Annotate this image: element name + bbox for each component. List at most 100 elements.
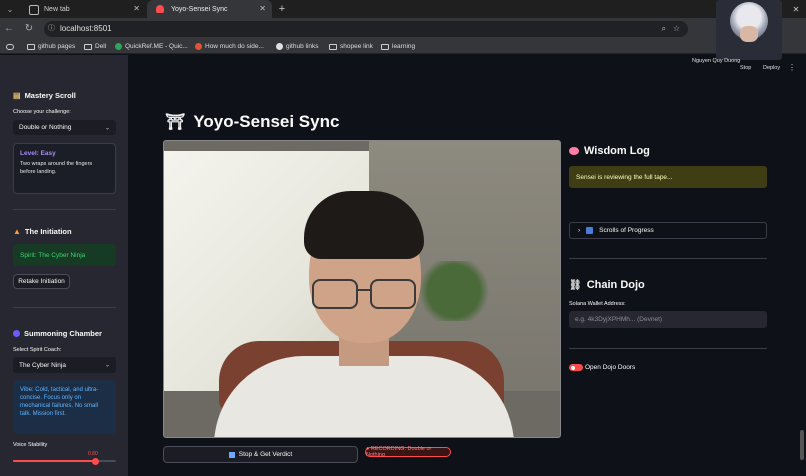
orb-icon [13,330,20,337]
bookmark-learning[interactable]: learning [381,41,415,52]
challenge-label: Choose your challenge: [13,109,71,115]
webcam-name: Nguyen Quy Duong [692,58,741,64]
glasses-bridge [358,289,370,291]
level-title: Level: Easy [20,150,56,157]
divider [13,307,116,308]
bookmark-quickref[interactable]: QuickRef.ME - Quic... [115,41,188,52]
brain-icon [569,147,579,155]
github-icon [276,43,283,50]
chain-dojo-heading: ⛓ Chain Dojo [569,279,645,291]
challenge-select[interactable]: Double or Nothing ⌄ [13,120,116,135]
wallet-address-input[interactable]: e.g. 4k3DyjXPHMh... (Devnet) [569,311,767,328]
apps-icon[interactable] [6,41,14,52]
heading-text: Wisdom Log [584,145,650,157]
toggle-label: Open Dojo Doors [585,364,636,371]
bookmark-shopee[interactable]: shopee link [329,41,373,52]
chart-icon [586,227,594,234]
stop-icon [228,451,235,458]
glasses-right [370,279,416,309]
spirit-success-box: Spirit: The Cyber Ninja [13,244,116,266]
bookmark-label: github links [286,43,319,50]
reddit-icon [195,43,202,50]
tab-label: New tab [44,5,70,13]
chevron-down-icon: ⌄ [104,125,110,131]
bookmark-how-much[interactable]: How much do side... [195,41,264,52]
streamlit-icon [156,5,164,13]
bookmark-label: QuickRef.ME - Quic... [125,43,188,50]
webcam-video [163,140,561,438]
voice-stability-slider[interactable] [13,457,116,465]
site-info-icon[interactable]: ⓘ [48,21,55,37]
wisdom-log-heading: Wisdom Log [569,145,650,157]
tab-yoyo-sensei[interactable]: Yoyo-Sensei Sync ✕ [147,0,272,18]
bookmark-label: How much do side... [205,43,264,50]
scrollbar-thumb[interactable] [800,430,804,460]
close-icon[interactable]: ✕ [259,4,266,13]
heading-text: Summoning Chamber [24,329,102,338]
bookmark-label: Dell [95,43,107,50]
heading-text: Chain Dojo [586,279,645,291]
zoom-icon[interactable]: ⌕ [662,21,666,37]
page-title: ⛩ Yoyo-Sensei Sync [165,112,339,132]
wallet-label: Solana Wallet Address: [569,301,626,307]
webcam-overlay [716,0,782,60]
url-field[interactable]: ⓘ localhost:8501 ⌕ ☆ [44,21,688,37]
slider-fill [13,460,96,462]
select-value: Double or Nothing [19,124,72,131]
mastery-scroll-heading: ▤ Mastery Scroll [13,91,76,100]
tab-label: Yoyo-Sensei Sync [171,5,228,13]
reload-icon[interactable]: ↻ [23,22,35,36]
chevron-right-icon: › [578,227,581,234]
coach-label: Select Spirit Coach: [13,347,62,353]
bookmark-github-links[interactable]: github links [276,41,319,52]
heading-text: Mastery Scroll [24,91,76,100]
main-menu-icon[interactable]: ⋮ [788,63,796,72]
retake-initiation-button[interactable]: Retake Initiation [13,274,70,289]
tab-search-icon[interactable]: ⌄ [4,3,16,17]
bookmark-label: learning [392,43,416,50]
open-dojo-toggle[interactable] [569,364,583,371]
summoning-heading: Summoning Chamber [13,329,102,338]
tab-new-tab[interactable]: New tab ✕ [20,0,146,18]
recording-badge: ● RECORDING: Double or Nothing [365,446,451,458]
divider [569,348,767,349]
url-text: localhost:8501 [60,24,112,33]
stop-get-verdict-button[interactable]: Stop & Get Verdict [163,446,358,463]
glasses-left [312,279,358,309]
divider [569,258,767,259]
slider-thumb[interactable] [91,457,99,465]
stop-menu-item[interactable]: Stop [740,65,751,71]
chain-icon: ⛓ [569,279,582,291]
bookmark-star-icon[interactable]: ☆ [673,21,680,37]
quickref-icon [115,43,122,50]
folder-icon [381,43,389,50]
shirt [214,356,514,437]
folder-icon [329,43,337,50]
new-tab-icon[interactable]: + [276,2,288,16]
avatar-face [740,26,758,42]
wisdom-status: Sensei is reviewing the full tape... [569,166,767,188]
window-close-icon[interactable]: ✕ [790,3,802,17]
title-text: Yoyo-Sensei Sync [193,112,340,131]
level-card: Level: Easy Two wraps around the fingers… [13,143,116,194]
voice-stability-label: Voice Stability [13,442,48,448]
scrolls-of-progress-expander[interactable]: › Scrolls of Progress [569,222,767,239]
bookmark-dell[interactable]: Dell [84,41,106,52]
scroll-icon: ▤ [13,91,21,100]
expander-label: Scrolls of Progress [599,227,654,234]
coach-select[interactable]: The Cyber Ninja ⌄ [13,357,116,373]
back-icon[interactable]: ← [3,22,15,36]
close-icon[interactable]: ✕ [133,4,140,13]
bookmark-label: shopee link [340,43,373,50]
button-label: Stop & Get Verdict [238,451,293,458]
chevron-down-icon: ⌄ [104,362,110,369]
folder-icon [27,43,35,50]
new-tab-icon [29,5,39,15]
bookmark-github-pages[interactable]: github pages [27,41,75,52]
slider-value: 0.80 [88,451,98,457]
folder-icon [84,43,92,50]
flame-icon: ▲ [13,227,21,236]
pagoda-icon: ⛩ [165,114,186,131]
vibe-info-box: Vibe: Cold, tactical, and ultra-concise.… [13,380,116,434]
deploy-menu-item[interactable]: Deploy [763,65,780,71]
